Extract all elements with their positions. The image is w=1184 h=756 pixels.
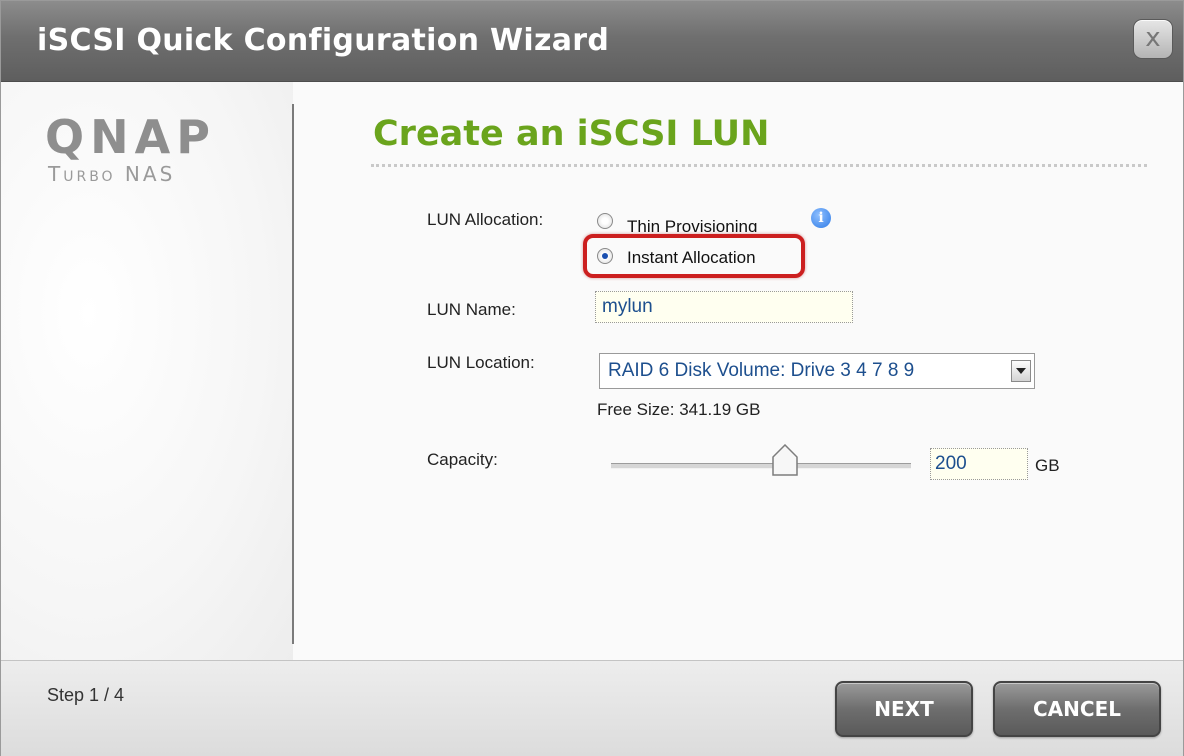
close-button[interactable]: x: [1133, 19, 1173, 59]
lun-location-label: LUN Location:: [427, 353, 535, 372]
title-bar: iSCSI Quick Configuration Wizard x: [1, 1, 1183, 82]
info-icon[interactable]: i: [811, 208, 831, 228]
annotation-highlight-box: [583, 234, 805, 278]
capacity-input[interactable]: 200: [930, 448, 1028, 480]
chevron-down-icon[interactable]: [1011, 360, 1031, 382]
panel-divider: [292, 104, 294, 644]
brand-panel: QNAP Turbo NAS: [1, 82, 293, 660]
lun-location-value: RAID 6 Disk Volume: Drive 3 4 7 8 9: [608, 360, 915, 381]
lun-name-label: LUN Name:: [427, 300, 516, 319]
free-size-text: Free Size: 341.19 GB: [597, 400, 761, 419]
wizard-footer: Step 1 / 4 NEXT CANCEL: [1, 660, 1183, 756]
page-title: Create an iSCSI LUN: [373, 114, 770, 154]
window-title: iSCSI Quick Configuration Wizard: [37, 23, 610, 58]
logo-subtitle: Turbo NAS: [48, 162, 176, 186]
step-indicator: Step 1 / 4: [47, 685, 125, 705]
slider-thumb[interactable]: [772, 444, 798, 476]
capacity-label: Capacity:: [427, 450, 498, 469]
thin-provisioning-label[interactable]: Thin Provisioning: [627, 217, 757, 232]
capacity-unit: GB: [1035, 456, 1060, 475]
heading-divider: [371, 164, 1147, 167]
next-button[interactable]: NEXT: [835, 681, 973, 737]
wizard-window: iSCSI Quick Configuration Wizard x QNAP …: [0, 0, 1184, 756]
capacity-slider[interactable]: [611, 444, 911, 476]
wizard-body: QNAP Turbo NAS Create an iSCSI LUN LUN A…: [1, 82, 1183, 660]
cancel-button[interactable]: CANCEL: [993, 681, 1161, 737]
thin-provisioning-radio[interactable]: [597, 213, 613, 229]
lun-location-select[interactable]: RAID 6 Disk Volume: Drive 3 4 7 8 9: [599, 353, 1035, 389]
lun-name-input[interactable]: mylun: [595, 291, 853, 323]
qnap-logo: QNAP: [45, 110, 216, 164]
lun-allocation-label: LUN Allocation:: [427, 210, 544, 229]
